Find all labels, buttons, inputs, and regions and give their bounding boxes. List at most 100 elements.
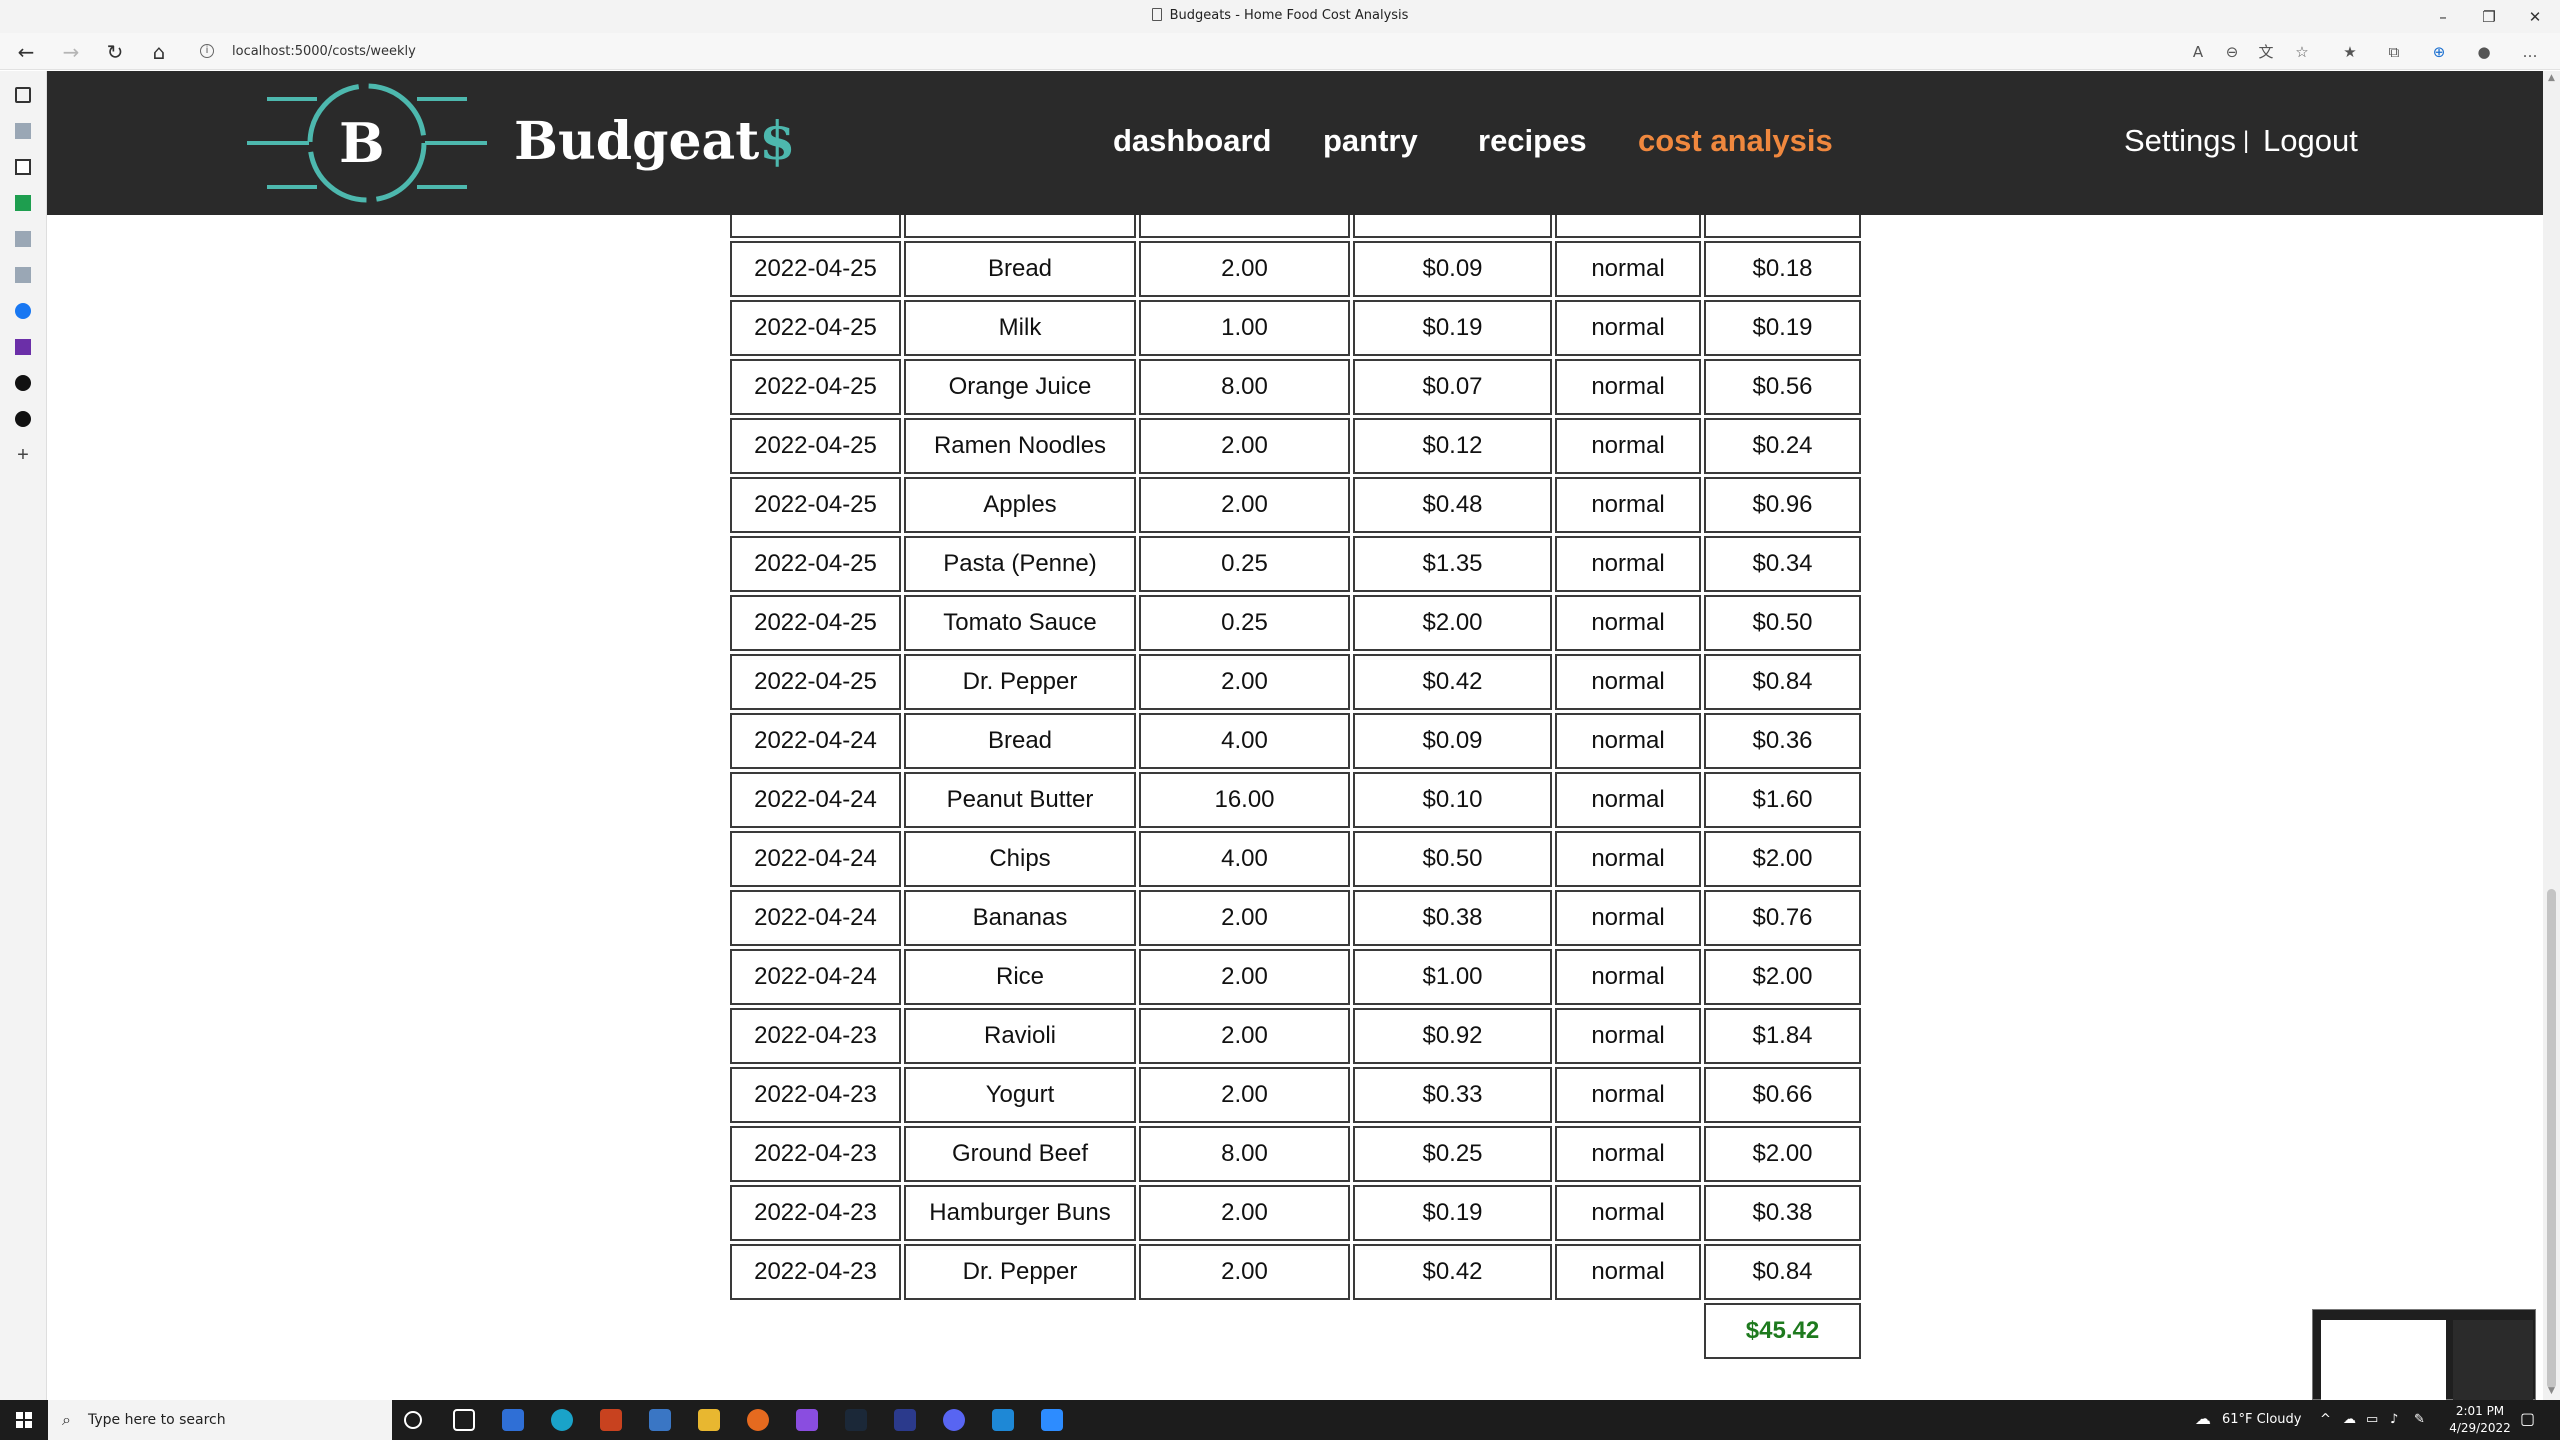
tab-icon-active[interactable] (15, 159, 31, 175)
nav-pantry[interactable]: pantry (1323, 123, 1418, 159)
brand-dollar: $ (759, 111, 796, 172)
search-placeholder: Type here to search (88, 1412, 226, 1428)
collections-icon[interactable]: ⧉ (2382, 40, 2406, 64)
network-icon[interactable]: ▭ (2366, 1412, 2378, 1427)
volume-icon[interactable]: ♪ (2390, 1412, 2398, 1427)
tab-icon[interactable] (15, 123, 31, 139)
github-tab-icon[interactable] (15, 375, 31, 391)
pen-icon[interactable]: ✎ (2414, 1412, 2425, 1427)
zoom-icon[interactable]: ⊖ (2220, 40, 2244, 64)
unit-cost-cell: $1.35 (1353, 536, 1552, 592)
firefox-icon[interactable] (747, 1409, 769, 1431)
cost-cell: $0.24 (1704, 418, 1861, 474)
unit-cost-cell: $0.42 (1353, 1244, 1552, 1300)
discord-icon[interactable] (943, 1409, 965, 1431)
downloads-icon[interactable]: ⊕ (2427, 40, 2451, 64)
page-scrollbar[interactable]: ▲ ▼ (2543, 71, 2560, 1400)
store-icon[interactable] (649, 1409, 671, 1431)
logo-letter: B (339, 111, 385, 175)
quantity-cell: 1.00 (1139, 300, 1350, 356)
forward-icon[interactable]: → (57, 38, 85, 66)
date-cell: 2022-04-23 (730, 1126, 901, 1182)
cost-cell: $0.66 (1704, 1067, 1861, 1123)
file-explorer-icon[interactable] (698, 1409, 720, 1431)
restore-icon[interactable]: ❐ (2466, 4, 2512, 30)
site-info-icon[interactable]: i (200, 44, 214, 58)
window-preview-thumbnail[interactable] (2312, 1309, 2536, 1400)
close-icon[interactable]: ✕ (2512, 4, 2558, 30)
type-cell: normal (1555, 1067, 1701, 1123)
weekly-total: $45.42 (1704, 1303, 1861, 1359)
back-icon[interactable]: ← (12, 38, 40, 66)
more-menu-icon[interactable]: … (2518, 40, 2542, 64)
nav-recipes[interactable]: recipes (1478, 123, 1587, 159)
add-favorite-icon[interactable]: ☆ (2290, 40, 2314, 64)
windows-start-icon[interactable] (16, 1412, 32, 1428)
item-cell: Dr. Pepper (904, 654, 1136, 710)
read-aloud-icon[interactable]: A (2186, 40, 2210, 64)
nav-dashboard[interactable]: dashboard (1113, 123, 1271, 159)
scroll-down-icon[interactable]: ▼ (2546, 1386, 2557, 1397)
weather-icon[interactable]: ☁ (2195, 1409, 2211, 1428)
zoom-app-icon[interactable] (1041, 1409, 1063, 1431)
app-icon[interactable] (894, 1409, 916, 1431)
empty-cell (904, 1303, 1136, 1359)
type-cell: normal (1555, 713, 1701, 769)
main-content[interactable]: 2022-04-25 Bread 2.00 $0.09 normal $0.18 2022-… (47, 215, 2543, 1400)
tab-actions-icon[interactable] (15, 87, 31, 103)
tab-icon[interactable] (15, 231, 31, 247)
edge-icon[interactable] (551, 1409, 573, 1431)
type-cell: normal (1555, 477, 1701, 533)
table-row: 2022-04-23 Ravioli 2.00 $0.92 normal $1.84 (730, 1008, 1861, 1064)
address-bar[interactable]: i localhost:5000/costs/weekly (190, 37, 2190, 66)
favorites-icon[interactable]: ★ (2338, 40, 2362, 64)
unit-cost-cell: $0.25 (1353, 1126, 1552, 1182)
notifications-icon[interactable]: ▢ (2520, 1409, 2535, 1428)
profile-icon[interactable]: ● (2472, 40, 2496, 64)
task-view-icon[interactable] (453, 1409, 475, 1431)
preview-pane (2321, 1320, 2446, 1400)
item-cell: Yogurt (904, 1067, 1136, 1123)
date-cell: 2022-04-25 (730, 654, 901, 710)
taskbar-search[interactable]: ⌕ Type here to search (48, 1400, 392, 1440)
table-row: 2022-04-25 Tomato Sauce 0.25 $2.00 normal $0.… (730, 595, 1861, 651)
url-text[interactable]: localhost:5000/costs/weekly (232, 44, 416, 59)
twitch-icon[interactable] (796, 1409, 818, 1431)
translate-icon[interactable]: 文 (2254, 40, 2278, 64)
steam-icon[interactable] (845, 1409, 867, 1431)
new-tab-icon[interactable]: + (15, 445, 31, 465)
type-cell: normal (1555, 1185, 1701, 1241)
date-cell: 2022-04-23 (730, 1185, 901, 1241)
nav-cost-analysis[interactable]: cost analysis (1638, 123, 1833, 159)
quantity-cell: 4.00 (1139, 713, 1350, 769)
minimize-icon[interactable]: – (2420, 4, 2466, 30)
taskbar-clock[interactable]: 2:01 PM 4/29/2022 (2440, 1403, 2520, 1437)
app-icon[interactable] (502, 1409, 524, 1431)
table-row: 2022-04-24 Bread 4.00 $0.09 normal $0.36 (730, 713, 1861, 769)
brand-name[interactable]: Budgeat$ (514, 111, 795, 172)
table-row: 2022-04-23 Yogurt 2.00 $0.33 normal $0.66 (730, 1067, 1861, 1123)
cost-cell: $1.84 (1704, 1008, 1861, 1064)
cortana-icon[interactable] (404, 1411, 422, 1429)
cost-cell: $0.50 (1704, 595, 1861, 651)
weather-text[interactable]: 61°F Cloudy (2222, 1412, 2301, 1427)
nav-logout[interactable]: Logout (2263, 123, 2358, 159)
facebook-tab-icon[interactable] (15, 303, 31, 319)
github-tab-icon[interactable] (15, 411, 31, 427)
onedrive-icon[interactable]: ☁ (2343, 1412, 2356, 1427)
mail-tab-icon[interactable] (15, 339, 31, 355)
unit-cost-cell: $0.50 (1353, 831, 1552, 887)
sheets-tab-icon[interactable] (15, 195, 31, 211)
table-row: 2022-04-23 Hamburger Buns 2.00 $0.19 normal $… (730, 1185, 1861, 1241)
office-icon[interactable] (600, 1409, 622, 1431)
scrollbar-thumb[interactable] (2547, 889, 2556, 1389)
unit-cost-cell: $2.00 (1353, 595, 1552, 651)
total-row: $45.42 (730, 1303, 1861, 1359)
home-icon[interactable]: ⌂ (145, 38, 173, 66)
refresh-icon[interactable]: ↻ (101, 38, 129, 66)
vscode-icon[interactable] (992, 1409, 1014, 1431)
scroll-up-icon[interactable]: ▲ (2546, 73, 2557, 84)
tray-chevron-icon[interactable]: ^ (2320, 1412, 2331, 1427)
nav-settings[interactable]: Settings (2124, 123, 2236, 159)
tab-icon[interactable] (15, 267, 31, 283)
